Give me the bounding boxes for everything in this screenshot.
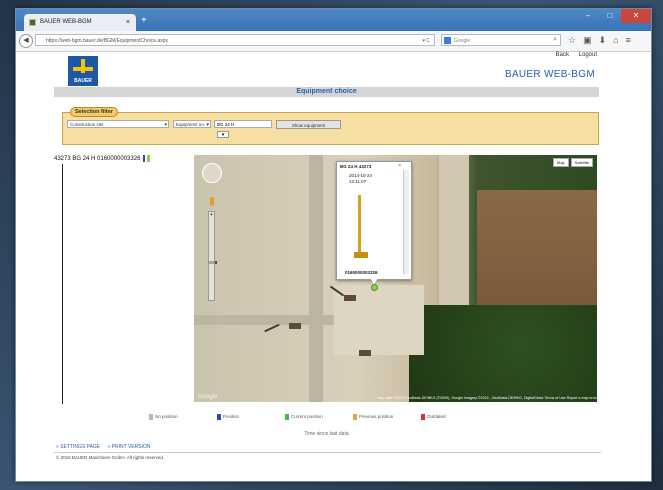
- map-attribution: Map data ©2015 GeoBasis-DE/BKG (©2009), …: [377, 396, 597, 400]
- google-logo: Google: [198, 394, 218, 400]
- title-bar: BAUER WEB-BGM × + – □ ✕: [16, 9, 651, 31]
- equipment-list-item[interactable]: 43273 BG 24 H 0160000003326: [54, 154, 184, 164]
- equipment-entry: 43273 BG 24 H 0160000003326: [54, 156, 141, 162]
- window-controls: – □ ✕: [577, 9, 651, 23]
- back-link[interactable]: Back: [556, 52, 569, 58]
- search-icon[interactable]: ⌕: [553, 34, 557, 46]
- map-forest-area: [409, 305, 597, 402]
- home-icon[interactable]: ⌂: [613, 35, 618, 46]
- filter-field-value: Equipment no.: [176, 122, 206, 127]
- position-status-indicator: [143, 154, 146, 162]
- filter-category-value: Construction site: [70, 122, 104, 127]
- map-road: [309, 155, 323, 402]
- legend-time-note: Time since last data: [304, 431, 349, 437]
- expand-filter-button[interactable]: ▾: [217, 131, 229, 138]
- filter-category-select[interactable]: Construction site ▾: [67, 120, 169, 128]
- page-content: Back Logout BAUER BAUER WEB-BGM Equipmen…: [54, 52, 601, 481]
- settings-page-link[interactable]: » SETTINGS PAGE: [56, 444, 100, 450]
- legend-item: Current position: [285, 413, 323, 421]
- satellite-map[interactable]: + Map Satellite BG 24 H 43273 × 2014-10-…: [194, 155, 597, 402]
- search-box[interactable]: Google ⌕: [441, 34, 561, 46]
- show-equipment-button[interactable]: Show equipment: [276, 120, 341, 129]
- web-page: Back Logout BAUER BAUER WEB-BGM Equipmen…: [16, 52, 651, 481]
- address-bar[interactable]: https://web-bgm.bauer.de/BGM/EquipmentCh…: [35, 34, 435, 46]
- info-time: 12:11:07: [349, 179, 367, 184]
- close-window-button[interactable]: ✕: [621, 9, 651, 23]
- map-type-satellite[interactable]: Satellite: [570, 158, 593, 167]
- drilling-rig-base-image: [354, 252, 368, 258]
- list-divider: [62, 164, 63, 404]
- equipment-position-marker[interactable]: [371, 284, 378, 291]
- tab-close-icon[interactable]: ×: [126, 14, 130, 31]
- bottom-links: » SETTINGS PAGE » PRINT VERSION: [56, 444, 156, 450]
- legend-item: Outdated: [421, 413, 446, 421]
- info-window-footer: 0160000003326: [345, 270, 378, 275]
- top-links: Back Logout: [548, 52, 597, 58]
- new-tab-button[interactable]: +: [141, 14, 147, 28]
- app-brand: BAUER WEB-BGM: [504, 69, 595, 80]
- machine-marker: [344, 295, 356, 301]
- info-window-title: BG 24 H 43273: [340, 164, 372, 169]
- legend-swatch: [149, 413, 153, 420]
- map-type-map[interactable]: Map: [552, 158, 569, 167]
- navigation-bar: ◀ https://web-bgm.bauer.de/BGM/Equipment…: [16, 31, 651, 52]
- star-icon[interactable]: ☆: [568, 35, 576, 46]
- logo-mark-crossbar: [73, 67, 93, 71]
- legend-label: Previous position: [359, 414, 394, 419]
- legend-swatch: [217, 413, 221, 420]
- legend-swatch: [285, 413, 289, 420]
- bauer-logo: BAUER: [68, 56, 98, 86]
- pan-control[interactable]: [202, 163, 222, 183]
- legend-label: Current position: [291, 414, 323, 419]
- info-window-timestamp: 2014-10-24 12:11:07: [349, 173, 372, 185]
- legend-item: Previous position: [353, 413, 393, 421]
- maximize-button[interactable]: □: [599, 9, 621, 23]
- legend-swatch: [421, 413, 425, 420]
- filter-label: Selection filter: [70, 107, 118, 117]
- search-placeholder: Google: [454, 38, 471, 44]
- legend-label: No position: [155, 414, 178, 419]
- map-field-area: [477, 190, 597, 305]
- machine-marker: [359, 350, 371, 356]
- search-engine-icon: [444, 37, 451, 44]
- minimize-button[interactable]: –: [577, 9, 599, 23]
- filter-value-input[interactable]: BG 24 H: [214, 120, 272, 128]
- legend-label: Outdated: [427, 414, 446, 419]
- legend-item: Position: [217, 413, 239, 421]
- current-status-indicator: [147, 154, 151, 162]
- legend-item: No position: [149, 413, 178, 421]
- logout-link[interactable]: Logout: [579, 52, 597, 58]
- page-title: Equipment choice: [54, 87, 599, 97]
- chevron-down-icon: ▾: [164, 122, 167, 128]
- selection-filter-panel: Selection filter Construction site ▾ Equ…: [62, 107, 599, 145]
- info-window-scrollbar[interactable]: [403, 170, 409, 274]
- drilling-rig-mast-image: [358, 195, 361, 255]
- chevron-down-icon: ▾: [206, 122, 209, 128]
- browser-window: BAUER WEB-BGM × + – □ ✕ ◀ https://web-bg…: [15, 8, 652, 482]
- print-version-link[interactable]: » PRINT VERSION: [107, 444, 150, 450]
- reload-icon[interactable]: ▾ C: [422, 35, 430, 45]
- tab-title: BAUER WEB-BGM: [40, 19, 92, 25]
- back-arrow-icon[interactable]: ◀: [19, 34, 33, 48]
- page-footer: © 2015 BAUER Maschinen GmbH. All rights …: [54, 452, 601, 460]
- favicon-icon: [29, 19, 36, 26]
- url-text: https://web-bgm.bauer.de/BGM/EquipmentCh…: [46, 38, 169, 44]
- download-icon[interactable]: ⬇: [599, 35, 607, 46]
- equipment-info-window: BG 24 H 43273 × 2014-10-24 12:11:07 0160…: [336, 161, 412, 280]
- browser-tab[interactable]: BAUER WEB-BGM ×: [24, 14, 136, 31]
- close-icon[interactable]: ×: [398, 163, 401, 169]
- menu-icon[interactable]: ≡: [626, 35, 631, 46]
- logo-text: BAUER: [74, 78, 92, 84]
- toolbar-icons: ☆ ▣ ⬇ ⌂ ≡: [568, 35, 631, 46]
- reading-list-icon[interactable]: ▣: [583, 35, 592, 46]
- filter-field-select[interactable]: Equipment no. ▾: [173, 120, 211, 128]
- machine-marker: [289, 323, 301, 329]
- zoom-slider[interactable]: +: [208, 211, 215, 301]
- status-legend: No position Position Current position Pr…: [149, 413, 589, 421]
- street-view-pegman-icon[interactable]: [210, 197, 214, 206]
- legend-swatch: [353, 413, 357, 420]
- legend-label: Position: [223, 414, 240, 419]
- map-type-control: Map Satellite: [552, 158, 593, 167]
